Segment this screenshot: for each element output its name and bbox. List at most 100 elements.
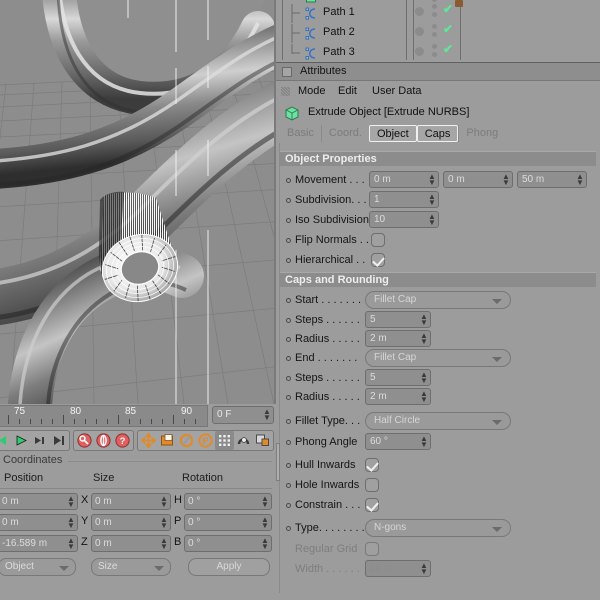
visibility-dot-icon[interactable]: [415, 7, 424, 16]
hole-inwards-checkbox[interactable]: [365, 478, 379, 492]
coordinate-mode-dropdown[interactable]: Object: [0, 558, 76, 576]
list-item[interactable]: Path 1: [283, 4, 415, 23]
spinner-arrows-icon[interactable]: ▲ ▼: [261, 536, 269, 550]
tab-caps[interactable]: Caps: [416, 125, 459, 142]
regular-grid-checkbox[interactable]: [365, 542, 379, 556]
size-mode-dropdown[interactable]: Size: [91, 558, 171, 576]
position-z-field[interactable]: -16.589 m ▲ ▼: [0, 535, 78, 552]
spinner-arrows-icon[interactable]: ▲ ▼: [420, 561, 428, 575]
play-forward-button[interactable]: [11, 431, 30, 450]
rotation-b-field[interactable]: 0 ° ▲ ▼: [184, 535, 272, 552]
tab-basic[interactable]: Basic: [280, 125, 321, 142]
iso-subdivision-field[interactable]: 10 ▲ ▼: [369, 211, 439, 228]
visibility-dot-icon[interactable]: [432, 0, 437, 2]
timeline-ruler[interactable]: 75 80 85 90: [0, 405, 208, 427]
render-visibility-dot-icon[interactable]: [432, 32, 437, 37]
grid-snap-button[interactable]: [215, 430, 234, 450]
object-tree-list[interactable]: Path 1 Path 2 Path 3: [282, 0, 414, 60]
spinner-arrows-icon[interactable]: ▲ ▼: [420, 434, 428, 448]
spinner-arrows-icon[interactable]: ▲ ▼: [261, 494, 269, 508]
rotate-tool-button[interactable]: [177, 431, 196, 450]
animatable-dot-icon[interactable]: [286, 463, 291, 468]
spinner-arrows-icon[interactable]: ▲ ▼: [261, 515, 269, 529]
editor-visibility-dot-icon[interactable]: [432, 24, 437, 29]
subdivision-field[interactable]: 1 ▲ ▼: [369, 191, 439, 208]
current-frame-field[interactable]: 0 F ▲ ▼: [212, 406, 274, 424]
record-keyframe-button[interactable]: [75, 431, 94, 450]
menu-mode[interactable]: Mode: [298, 85, 326, 97]
spinner-arrows-icon[interactable]: ▲ ▼: [428, 212, 436, 226]
list-item[interactable]: Path 3: [283, 44, 415, 63]
animatable-dot-icon[interactable]: [286, 318, 291, 323]
movement-z-field[interactable]: 50 m ▲ ▼: [517, 171, 587, 188]
spinner-arrows-icon[interactable]: ▲ ▼: [428, 172, 436, 186]
spinner-arrows-icon[interactable]: ▲ ▼: [576, 172, 584, 186]
start-radius-field[interactable]: 2 m ▲ ▼: [365, 330, 431, 347]
hull-inwards-checkbox[interactable]: [365, 458, 379, 472]
size-x-field[interactable]: 0 m ▲ ▼: [91, 493, 171, 510]
menu-user-data[interactable]: User Data: [372, 85, 422, 97]
tab-object[interactable]: Object: [368, 125, 417, 142]
animatable-dot-icon[interactable]: [286, 238, 291, 243]
animatable-dot-icon[interactable]: [286, 356, 291, 361]
rotation-p-field[interactable]: 0 ° ▲ ▼: [184, 514, 272, 531]
enabled-check-icon[interactable]: ✔: [443, 2, 453, 16]
spinner-arrows-icon[interactable]: ▲ ▼: [420, 312, 428, 326]
render-visibility-dot-icon[interactable]: [432, 12, 437, 17]
animatable-dot-icon[interactable]: [286, 395, 291, 400]
enabled-check-icon[interactable]: ✔: [443, 22, 453, 36]
movement-y-field[interactable]: 0 m ▲ ▼: [443, 171, 513, 188]
rotation-h-field[interactable]: 0 ° ▲ ▼: [184, 493, 272, 510]
animatable-dot-icon[interactable]: [286, 298, 291, 303]
size-y-field[interactable]: 0 m ▲ ▼: [91, 514, 171, 531]
spinner-arrows-icon[interactable]: ▲ ▼: [67, 494, 75, 508]
material-tag-icon[interactable]: [455, 0, 463, 7]
editor-visibility-dot-icon[interactable]: [432, 4, 437, 9]
parametric-tool-button[interactable]: P: [196, 431, 215, 450]
apply-button[interactable]: Apply: [188, 558, 270, 576]
end-steps-field[interactable]: 5 ▲ ▼: [365, 369, 431, 386]
animatable-dot-icon[interactable]: [286, 503, 291, 508]
movement-x-field[interactable]: 0 m ▲ ▼: [369, 171, 439, 188]
animatable-dot-icon[interactable]: [286, 419, 291, 424]
animatable-dot-icon[interactable]: [286, 526, 291, 531]
constrain-checkbox[interactable]: [365, 498, 379, 512]
go-to-start-button[interactable]: [0, 431, 11, 450]
panel-grip-icon[interactable]: [281, 87, 290, 96]
panel-menu-icon[interactable]: [282, 67, 292, 77]
object-visibility-columns[interactable]: ✔ ✔ ✔: [406, 0, 461, 60]
spinner-arrows-icon[interactable]: ▲ ▼: [67, 536, 75, 550]
animatable-dot-icon[interactable]: [286, 483, 291, 488]
spinner-arrows-icon[interactable]: ▲ ▼: [428, 192, 436, 206]
animatable-dot-icon[interactable]: [286, 178, 291, 183]
visibility-dot-icon[interactable]: [415, 27, 424, 36]
spinner-arrows-icon[interactable]: ▲ ▼: [420, 370, 428, 384]
phong-angle-field[interactable]: 60 ° ▲ ▼: [365, 433, 431, 450]
position-y-field[interactable]: 0 m ▲ ▼: [0, 514, 78, 531]
render-region-button[interactable]: [253, 431, 272, 450]
enabled-check-icon[interactable]: ✔: [443, 42, 453, 56]
scale-tool-button[interactable]: [158, 431, 177, 450]
width-field[interactable]: 10 m ▲ ▼: [365, 560, 431, 577]
move-tool-button[interactable]: [139, 431, 158, 450]
render-visibility-dot-icon[interactable]: [432, 52, 437, 57]
end-radius-field[interactable]: 2 m ▲ ▼: [365, 388, 431, 405]
menu-edit[interactable]: Edit: [338, 85, 357, 97]
spinner-arrows-icon[interactable]: ▲ ▼: [160, 536, 168, 550]
editor-visibility-dot-icon[interactable]: [432, 44, 437, 49]
spinner-arrows-icon[interactable]: ▲ ▼: [420, 389, 428, 403]
visibility-dot-icon[interactable]: [415, 47, 424, 56]
tab-phong[interactable]: Phong: [458, 125, 506, 142]
animatable-dot-icon[interactable]: [286, 337, 291, 342]
keyframe-selection-button[interactable]: ?: [113, 431, 132, 450]
spinner-arrows-icon[interactable]: ▲ ▼: [67, 515, 75, 529]
flip-normals-checkbox[interactable]: [371, 233, 385, 247]
magnet-tool-button[interactable]: [234, 431, 253, 450]
spinner-arrows-icon[interactable]: ▲ ▼: [160, 515, 168, 529]
autokeying-button[interactable]: [94, 431, 113, 450]
animatable-dot-icon[interactable]: [286, 218, 291, 223]
size-z-field[interactable]: 0 m ▲ ▼: [91, 535, 171, 552]
spinner-arrows-icon[interactable]: ▲ ▼: [160, 494, 168, 508]
end-cap-dropdown[interactable]: Fillet Cap: [365, 349, 511, 367]
spinner-arrows-icon[interactable]: ▲ ▼: [420, 331, 428, 345]
